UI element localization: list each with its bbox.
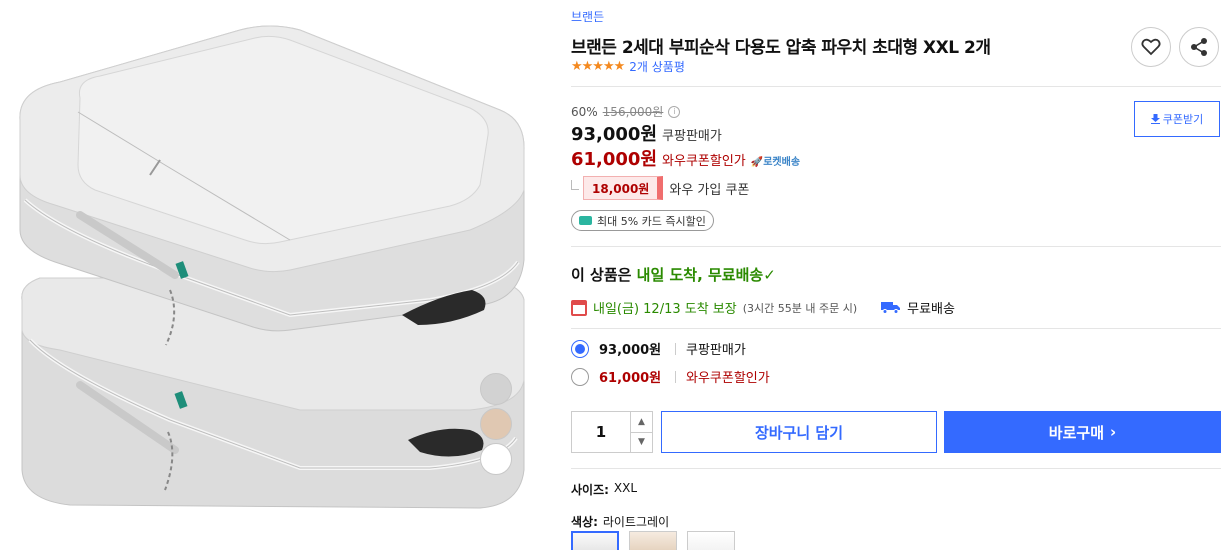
size-spec: 사이즈: XXL <box>571 481 637 498</box>
separator <box>675 370 676 383</box>
price-option-coupang[interactable]: 93,000원 쿠팡판매가 <box>571 339 746 358</box>
sale-price: 93,000원 <box>571 124 658 145</box>
divider <box>571 468 1221 469</box>
coupon-amount: 18,000원 <box>583 176 664 200</box>
coupon-download-label: 쿠폰받기 <box>1162 113 1204 126</box>
delivery-headline-prefix: 이 상품은 <box>571 266 637 284</box>
size-value: XXL <box>613 481 638 495</box>
quantity-up-icon[interactable]: ▲ <box>631 412 652 433</box>
sale-price-row: 93,000원 쿠팡판매가 <box>571 120 722 146</box>
color-thumb-light-gray[interactable] <box>571 531 619 550</box>
color-label: 색상: <box>571 515 598 529</box>
check-icon: ✓ <box>763 266 776 284</box>
coupon-download-button[interactable]: 쿠폰받기 <box>1134 101 1220 137</box>
download-icon <box>1150 114 1160 124</box>
brand-link[interactable]: 브랜든 <box>571 8 604 25</box>
buy-now-button[interactable]: 바로구매 › <box>944 411 1221 453</box>
option-price: 93,000원 <box>599 343 662 358</box>
wow-coupon-row: 18,000원 와우 가입 쿠폰 <box>571 176 749 200</box>
option-price: 61,000원 <box>599 371 662 386</box>
color-thumbnails <box>571 531 735 550</box>
arrival-row: 내일(금) 12/13 도착 보장 (3시간 55분 내 주문 시) 무료배송 <box>571 298 955 317</box>
original-price: 156,000원 <box>602 105 664 119</box>
radio-icon[interactable] <box>571 367 589 386</box>
color-dot-beige[interactable] <box>480 408 512 440</box>
delivery-headline: 이 상품은 내일 도착, 무료배송✓ <box>571 264 776 285</box>
buy-now-label: 바로구매 <box>1048 423 1104 442</box>
truck-icon <box>881 302 901 314</box>
card-icon <box>579 216 592 225</box>
info-icon[interactable]: i <box>668 105 681 118</box>
discount-rate: 60% <box>571 104 598 119</box>
quantity-stepper[interactable]: 1 ▲ ▼ <box>571 411 653 453</box>
free-shipping: 무료배송 <box>907 302 955 317</box>
divider <box>571 328 1221 329</box>
arrival-date: 내일(금) 12/13 도착 보장 <box>593 302 737 317</box>
divider <box>571 86 1221 87</box>
card-discount-badge[interactable]: 최대 5% 카드 즉시할인 <box>571 210 714 231</box>
option-label: 쿠팡판매가 <box>686 343 746 358</box>
delivery-headline-highlight: 내일 도착, 무료배송 <box>636 266 764 284</box>
coupon-text: 와우 가입 쿠폰 <box>669 182 750 198</box>
quantity-input[interactable]: 1 <box>572 412 630 452</box>
product-gallery <box>0 0 560 550</box>
divider <box>571 246 1221 247</box>
share-button[interactable] <box>1179 27 1219 67</box>
radio-selected-icon[interactable] <box>571 339 589 358</box>
review-count-link[interactable]: 2개 상품평 <box>629 58 685 75</box>
rocket-delivery-badge: 🚀로켓배송 <box>750 157 801 168</box>
add-to-cart-button[interactable]: 장바구니 담기 <box>661 411 937 453</box>
option-label: 와우쿠폰할인가 <box>686 371 770 386</box>
wow-price: 61,000원 <box>571 149 658 170</box>
calendar-icon <box>571 299 587 316</box>
color-thumb-white[interactable] <box>687 531 735 550</box>
discount-row: 60% 156,000원 i <box>571 103 681 120</box>
wow-price-row: 61,000원 와우쿠폰할인가 🚀로켓배송 <box>571 145 800 171</box>
color-spec: 색상: 라이트그레이 <box>571 513 669 530</box>
price-option-wow[interactable]: 61,000원 와우쿠폰할인가 <box>571 367 770 386</box>
quantity-down-icon[interactable]: ▼ <box>631 433 652 453</box>
color-dot-white[interactable] <box>480 443 512 475</box>
order-cutoff: (3시간 55분 내 주문 시) <box>742 301 858 315</box>
wow-price-label: 와우쿠폰할인가 <box>662 154 746 169</box>
wishlist-button[interactable] <box>1131 27 1171 67</box>
rating: ★★★★★ 2개 상품평 <box>571 57 685 75</box>
corner-line <box>571 180 579 190</box>
chevron-right-icon: › <box>1110 423 1117 441</box>
quantity-arrows: ▲ ▼ <box>630 412 652 452</box>
size-label: 사이즈: <box>571 483 609 497</box>
sale-price-label: 쿠팡판매가 <box>662 129 722 144</box>
product-info: 브랜든 브랜든 2세대 부피순삭 다용도 압축 파우치 초대형 XXL 2개 ★… <box>571 0 1221 550</box>
separator <box>675 342 676 355</box>
color-dot-gray[interactable] <box>480 373 512 405</box>
share-icon <box>1191 38 1207 56</box>
product-title: 브랜든 2세대 부피순삭 다용도 압축 파우치 초대형 XXL 2개 <box>571 38 991 58</box>
heart-icon <box>1141 38 1161 56</box>
product-image <box>19 25 525 509</box>
card-discount-label: 최대 5% 카드 즉시할인 <box>597 214 706 228</box>
rating-stars: ★★★★★ <box>571 58 625 74</box>
color-value: 라이트그레이 <box>602 515 670 529</box>
color-thumb-beige[interactable] <box>629 531 677 550</box>
